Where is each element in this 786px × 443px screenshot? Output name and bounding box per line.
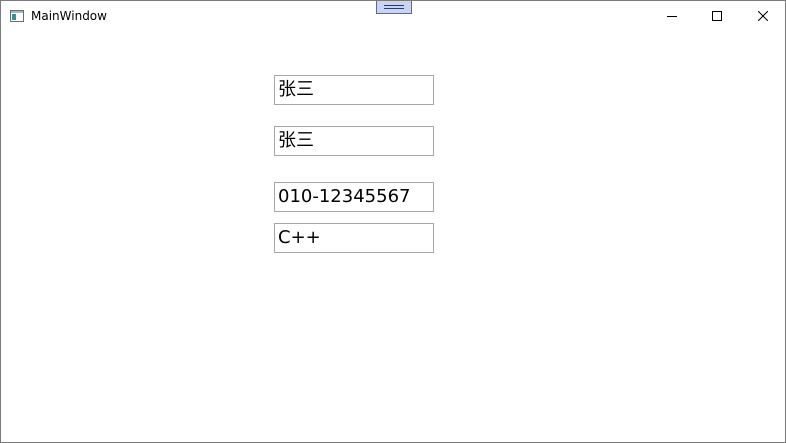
maximize-button[interactable] (694, 1, 740, 31)
close-icon (758, 11, 768, 21)
close-button[interactable] (740, 1, 786, 31)
language-textbox[interactable]: C++ (274, 223, 434, 253)
name-textbox-1[interactable]: 张三 (274, 75, 434, 105)
name-textbox-2[interactable]: 张三 (274, 126, 434, 156)
debug-toolbar-grip[interactable] (376, 1, 412, 14)
minimize-icon (667, 16, 677, 17)
window-title: MainWindow (31, 9, 107, 23)
phone-textbox[interactable]: 010-12345567 (274, 182, 434, 212)
minimize-button[interactable] (649, 1, 695, 31)
maximize-icon (712, 11, 722, 21)
title-bar[interactable]: MainWindow (1, 1, 785, 31)
main-window: MainWindow 张三 张三 010-12345567 C++ (0, 0, 786, 443)
app-window-icon (10, 10, 24, 22)
